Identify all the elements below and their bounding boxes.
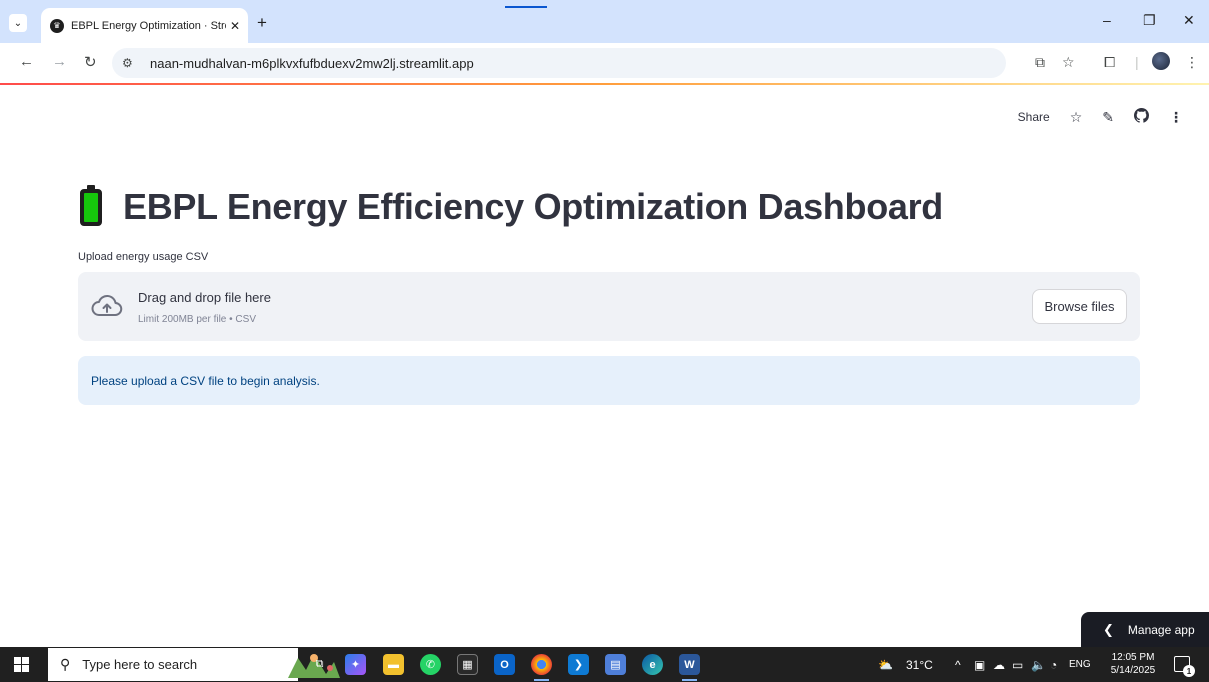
- page-title-row: EBPL Energy Efficiency Optimization Dash…: [80, 184, 944, 228]
- tab-close-icon[interactable]: ✕: [230, 19, 240, 33]
- chevron-left-icon: ❮: [1103, 621, 1114, 637]
- streamlit-header: Share ☆ ✎ ⋮: [1018, 108, 1183, 126]
- clock-time: 12:05 PM: [1111, 652, 1155, 663]
- streamlit-favicon-icon: ♛: [50, 18, 64, 33]
- task-view-icon[interactable]: ⧉: [309, 654, 330, 675]
- forward-arrow-icon[interactable]: →: [52, 53, 67, 70]
- browser-tabstrip: ⌄ ♛ EBPL Energy Optimization · Stre ✕ + …: [0, 0, 1209, 43]
- manage-app-button[interactable]: ❮ Manage app: [1081, 612, 1209, 647]
- language-indicator[interactable]: ENG: [1069, 647, 1091, 682]
- meet-now-icon[interactable]: ▣: [974, 647, 985, 682]
- tab-title: EBPL Energy Optimization · Stre: [71, 19, 226, 32]
- bookmark-star-icon[interactable]: ☆: [1062, 54, 1075, 71]
- dropzone-limit-text: Limit 200MB per file • CSV: [138, 314, 256, 325]
- reload-icon[interactable]: ↻: [84, 53, 97, 71]
- document-app-icon[interactable]: ▤: [605, 654, 626, 675]
- browse-files-button[interactable]: Browse files: [1032, 289, 1127, 324]
- github-icon[interactable]: [1134, 108, 1149, 126]
- tab-search-chevron-icon[interactable]: ⌄: [9, 14, 27, 32]
- browser-tab-active[interactable]: ♛ EBPL Energy Optimization · Stre ✕: [41, 8, 248, 43]
- chrome-menu-icon[interactable]: ⋮: [1185, 54, 1199, 71]
- volume-icon[interactable]: 🔈: [1031, 647, 1046, 682]
- onedrive-icon[interactable]: ☁: [993, 647, 1005, 682]
- toolbar-divider: |: [1135, 54, 1139, 70]
- url-text[interactable]: naan-mudhalvan-m6plkvxfufbduexv2mw2lj.st…: [150, 56, 474, 71]
- outlook-icon[interactable]: O: [494, 654, 515, 675]
- wifi-icon[interactable]: ◔: [1050, 647, 1057, 682]
- restore-button[interactable]: ❐: [1143, 12, 1156, 29]
- system-clock[interactable]: 12:05 PM 5/14/2025: [1108, 651, 1158, 677]
- info-alert: Please upload a CSV file to begin analys…: [78, 356, 1140, 405]
- vscode-icon[interactable]: ❯: [568, 654, 589, 675]
- notification-badge: 1: [1183, 665, 1195, 677]
- uploader-label: Upload energy usage CSV: [78, 251, 209, 263]
- drag-indicator: [505, 6, 547, 8]
- weather-icon[interactable]: ⛅: [878, 647, 893, 682]
- new-tab-button[interactable]: +: [257, 13, 267, 33]
- battery-tray-icon[interactable]: ▭: [1012, 647, 1023, 682]
- favorite-star-icon[interactable]: ☆: [1070, 109, 1083, 126]
- page-title: EBPL Energy Efficiency Optimization Dash…: [123, 186, 944, 227]
- dropzone-instructions: Drag and drop file here: [138, 290, 271, 305]
- streamlit-top-decoration: [0, 83, 1209, 85]
- app-menu-icon[interactable]: ⋮: [1169, 109, 1183, 126]
- battery-icon: [80, 184, 102, 226]
- windows-start-icon[interactable]: [14, 657, 29, 672]
- manage-app-label: Manage app: [1127, 622, 1195, 637]
- share-button[interactable]: Share: [1018, 110, 1050, 124]
- clock-date: 5/14/2025: [1110, 665, 1156, 676]
- file-dropzone[interactable]: Drag and drop file here Limit 200MB per …: [78, 272, 1140, 341]
- close-window-button[interactable]: ✕: [1183, 12, 1195, 29]
- tray-overflow-chevron-icon[interactable]: ^: [955, 647, 961, 682]
- word-icon[interactable]: W: [679, 654, 700, 681]
- windows-taskbar: ⚲ Type here to search ⧉ ✦ ▬ ✆ ▦ O ❯ ▤ e …: [0, 647, 1209, 682]
- cloud-upload-icon: [91, 294, 123, 316]
- taskbar-search-placeholder: Type here to search: [82, 657, 198, 672]
- extensions-puzzle-icon[interactable]: ⧠: [1104, 54, 1115, 71]
- weather-temperature[interactable]: 31°C: [906, 647, 933, 682]
- taskbar-search-box[interactable]: ⚲ Type here to search: [48, 648, 340, 681]
- file-explorer-icon[interactable]: ▬: [383, 654, 404, 675]
- whatsapp-icon[interactable]: ✆: [420, 654, 441, 675]
- back-arrow-icon[interactable]: ←: [19, 53, 34, 70]
- install-app-icon[interactable]: ⧉: [1035, 54, 1045, 71]
- edge-icon[interactable]: e: [642, 654, 663, 675]
- profile-avatar[interactable]: [1152, 52, 1170, 70]
- screen: ⌄ ♛ EBPL Energy Optimization · Stre ✕ + …: [0, 0, 1209, 682]
- search-icon: ⚲: [60, 656, 71, 672]
- copilot-icon[interactable]: ✦: [345, 654, 366, 675]
- site-settings-icon[interactable]: ⚙: [122, 56, 138, 70]
- minimize-button[interactable]: –: [1103, 12, 1111, 28]
- edit-pencil-icon[interactable]: ✎: [1102, 109, 1114, 126]
- address-bar[interactable]: ⚙ naan-mudhalvan-m6plkvxfufbduexv2mw2lj.…: [112, 48, 1006, 78]
- battery-level-fill: [84, 192, 98, 222]
- microsoft-store-icon[interactable]: ▦: [457, 654, 478, 675]
- info-alert-text: Please upload a CSV file to begin analys…: [91, 373, 320, 388]
- browser-toolbar: ← → ↻ ⚙ naan-mudhalvan-m6plkvxfufbduexv2…: [0, 43, 1209, 83]
- chrome-taskbar-icon[interactable]: [531, 654, 552, 681]
